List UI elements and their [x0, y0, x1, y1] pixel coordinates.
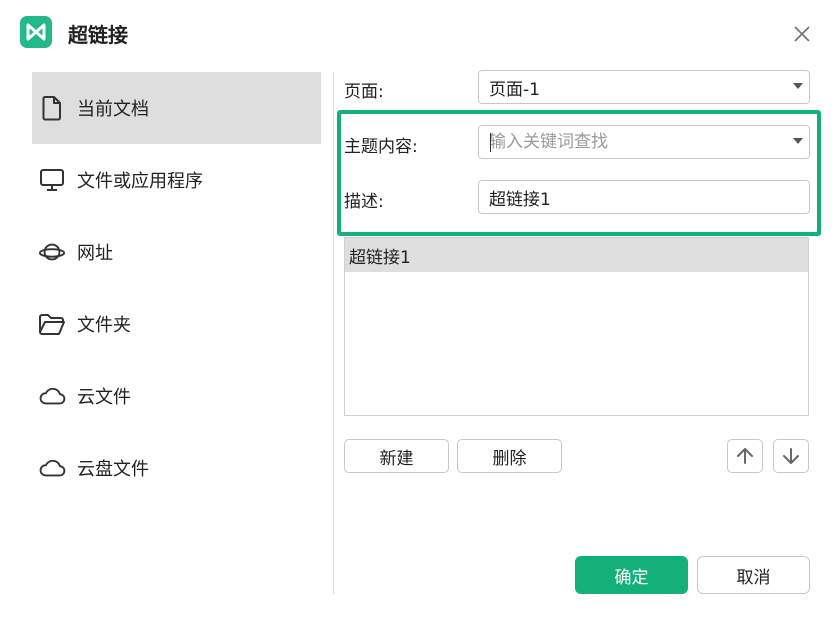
page-label: 页面:: [344, 82, 384, 102]
dialog-title: 超链接: [68, 23, 128, 47]
topic-search-select[interactable]: [478, 125, 810, 159]
sidebar-item-label: 文件夹: [77, 315, 131, 336]
planet-icon: [38, 238, 66, 266]
monitor-icon: [38, 166, 66, 194]
arrow-up-icon: [737, 448, 753, 464]
sidebar-item-cloud-disk-file[interactable]: 云盘文件: [32, 432, 321, 504]
description-label: 描述:: [344, 192, 384, 212]
page-select-value: 页面-1: [489, 79, 540, 100]
sidebar-item-label: 当前文档: [77, 99, 149, 120]
hyperlink-list: 超链接1: [344, 237, 809, 416]
chevron-down-icon: [793, 138, 803, 144]
sidebar-item-cloud-file[interactable]: 云文件: [32, 360, 321, 432]
page-select[interactable]: 页面-1: [478, 70, 810, 104]
sidebar-item-label: 云盘文件: [77, 459, 149, 480]
move-down-button[interactable]: [773, 439, 809, 473]
cloud-icon: [38, 454, 66, 482]
topic-label: 主题内容:: [344, 137, 418, 157]
sidebar-item-url[interactable]: 网址: [32, 216, 321, 288]
sidebar-item-label: 网址: [77, 243, 113, 264]
folder-icon: [38, 310, 66, 338]
description-field[interactable]: [478, 180, 810, 214]
sidebar-item-label: 文件或应用程序: [77, 171, 203, 192]
sidebar-item-current-document[interactable]: 当前文档: [32, 72, 321, 144]
app-logo-icon: [20, 16, 52, 48]
close-button[interactable]: [788, 20, 816, 48]
panel-divider: [333, 72, 334, 594]
close-icon: [794, 26, 810, 42]
sidebar: 当前文档 文件或应用程序 网址 文件夹 云文件 云盘文件: [32, 72, 321, 504]
ok-button[interactable]: 确定: [575, 556, 688, 594]
sidebar-item-folder[interactable]: 文件夹: [32, 288, 321, 360]
list-item[interactable]: 超链接1: [345, 238, 808, 272]
sidebar-item-file-or-app[interactable]: 文件或应用程序: [32, 144, 321, 216]
cancel-button[interactable]: 取消: [697, 556, 810, 594]
delete-button[interactable]: 删除: [457, 439, 562, 473]
cloud-icon: [38, 382, 66, 410]
chevron-down-icon: [793, 83, 803, 89]
new-button[interactable]: 新建: [344, 439, 449, 473]
sidebar-item-label: 云文件: [77, 387, 131, 408]
topic-search-input[interactable]: [479, 126, 809, 158]
arrow-down-icon: [783, 448, 799, 464]
move-up-button[interactable]: [727, 439, 763, 473]
document-icon: [38, 94, 66, 122]
description-input[interactable]: [479, 181, 809, 213]
